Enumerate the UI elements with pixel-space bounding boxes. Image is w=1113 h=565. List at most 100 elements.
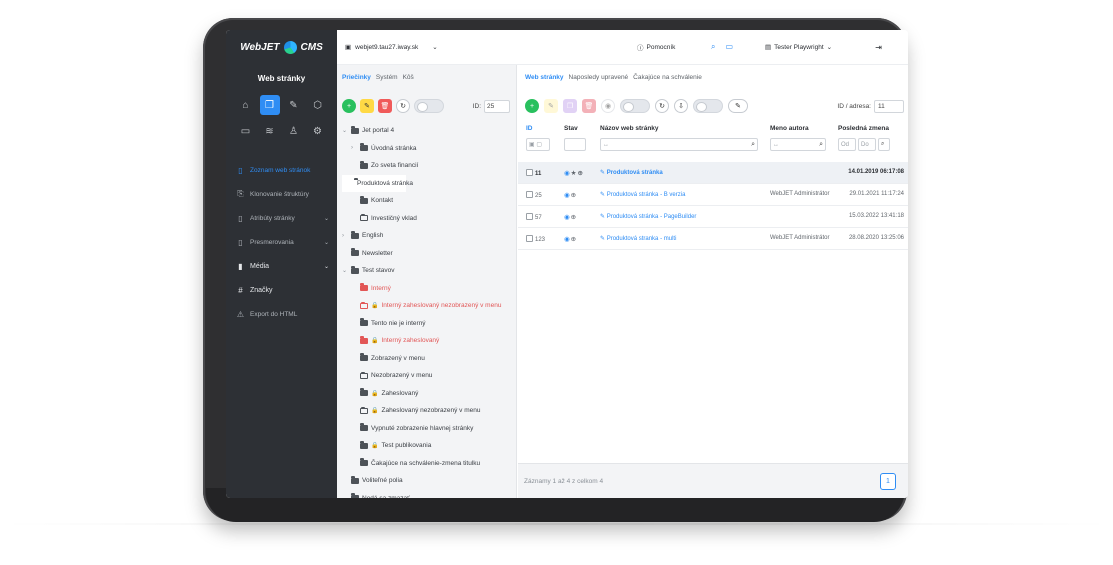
col-id[interactable]: ID xyxy=(526,125,533,132)
monitor-icon[interactable]: ▭ xyxy=(725,42,733,52)
duplicate-page-button[interactable]: ❐ xyxy=(563,99,577,113)
row-checkbox[interactable] xyxy=(526,191,533,198)
settings-toggle[interactable] xyxy=(693,99,723,113)
tree-node[interactable]: 🔒 Zaheslovaný nezobrazený v menu xyxy=(342,402,516,420)
domain-selector[interactable]: ▣ webjet9.tau27.iway.sk ⌄ xyxy=(345,43,438,52)
user-icon[interactable]: ♙ xyxy=(284,121,304,141)
sidebar-item-3[interactable]: ▯ Presmerovania ⌄ xyxy=(226,230,337,254)
tree-node[interactable]: Vypnuté zobrazenie hlavnej stránky xyxy=(342,420,516,438)
search-icon[interactable]: ⌕ xyxy=(751,141,755,149)
row-id[interactable]: 11 xyxy=(526,169,541,177)
sidebar-item-0[interactable]: ▯ Zoznam web stránok xyxy=(226,158,337,182)
col-autor[interactable]: Meno autora xyxy=(770,125,809,132)
reload-pages-button[interactable]: ↻ xyxy=(655,99,669,113)
settings-icon[interactable]: ⚙ xyxy=(308,121,328,141)
col-zmena[interactable]: Posledná zmena xyxy=(838,125,889,132)
col-stav[interactable]: Stav xyxy=(564,125,578,132)
tree-node[interactable]: Nezobrazený v menu xyxy=(342,367,516,385)
row-checkbox[interactable] xyxy=(526,169,533,176)
search-icon[interactable]: ⌕ xyxy=(711,42,715,52)
tree-node[interactable]: Čakajúce na schválenie-zmena titulku xyxy=(342,455,516,473)
tab-cakajuce[interactable]: Čakajúce na schválenie xyxy=(633,74,702,81)
tree-node[interactable]: Zobrazený v menu xyxy=(342,350,516,368)
search-icon[interactable]: ⌕ xyxy=(819,141,823,149)
folder-id-input[interactable]: 25 xyxy=(484,99,510,113)
tree-node[interactable]: 🔒 Interný zaheslovaný nezobrazený v menu xyxy=(342,297,516,315)
row-id[interactable]: 25 xyxy=(526,191,542,199)
tree-node[interactable]: Produktová stránka xyxy=(342,174,413,192)
user-menu[interactable]: ▤ Tester Playwright ⌄ xyxy=(765,43,832,52)
tree-node[interactable]: 🔒 Interný zaheslovaný xyxy=(342,332,516,350)
table-row[interactable]: 25 ◉⊕ ✎ Produktová stránka - B verzia WebJE… xyxy=(518,184,908,206)
sidebar-item-4[interactable]: ▮ Média ⌄ xyxy=(226,254,337,278)
chevron-right-icon[interactable]: › xyxy=(351,145,357,151)
reload-button[interactable]: ↻ xyxy=(396,99,410,113)
page-button[interactable]: 1 xyxy=(880,473,896,490)
id-filter-buttons[interactable]: ▣ ▢ xyxy=(526,138,550,151)
tree-node[interactable]: › Úvodná stránka xyxy=(342,140,516,158)
tree-node[interactable]: Investičný vklad xyxy=(342,210,516,228)
logo[interactable]: WebJET CMS xyxy=(226,30,337,65)
tree-node[interactable]: ⌄ Test stavov xyxy=(342,262,516,280)
sidebar-item-6[interactable]: ⚠ Export do HTML xyxy=(226,302,337,326)
row-name[interactable]: ✎ Produktová stránka - PageBuilder xyxy=(600,213,696,220)
tab-kos[interactable]: Kôš xyxy=(403,74,414,81)
logout-icon[interactable]: ⇥ xyxy=(875,43,882,52)
folder-icon[interactable]: ▭ xyxy=(236,121,256,141)
tree-node[interactable]: Newsletter xyxy=(342,245,516,263)
sort-toggle[interactable] xyxy=(414,99,444,113)
status-filter-select[interactable] xyxy=(564,138,586,151)
tree-node[interactable]: Nedá sa zmazať xyxy=(342,490,516,498)
tree-node[interactable]: › English xyxy=(342,227,516,245)
column-toggle[interactable] xyxy=(620,99,650,113)
row-checkbox[interactable] xyxy=(526,213,533,220)
sidebar-item-5[interactable]: # Značky xyxy=(226,278,337,302)
tools-button[interactable]: ✎ xyxy=(728,99,748,113)
date-to-filter[interactable]: Do xyxy=(858,138,876,151)
sidebar-item-1[interactable]: ⎘ Klonovanie štruktúry xyxy=(226,182,337,206)
edit-folder-button[interactable]: ✎ xyxy=(360,99,374,113)
tab-system[interactable]: Systém xyxy=(376,74,398,81)
author-filter-input[interactable]: ↔ ⌕ xyxy=(770,138,826,151)
date-search-button[interactable]: ⌕ xyxy=(878,138,890,151)
edit-page-button[interactable]: ✎ xyxy=(544,99,558,113)
date-from-filter[interactable]: Od xyxy=(838,138,856,151)
col-nazov[interactable]: Názov web stránky xyxy=(600,125,659,132)
add-page-button[interactable]: + xyxy=(525,99,539,113)
tree-node[interactable]: Kontakt xyxy=(342,192,516,210)
pages-icon[interactable]: ❐ xyxy=(259,95,280,115)
delete-folder-button[interactable]: 🗑 xyxy=(378,99,392,113)
tab-web-stranky[interactable]: Web stránky xyxy=(525,74,564,81)
tree-node[interactable]: Tento nie je interný xyxy=(342,315,516,333)
row-name[interactable]: ✎ Produktová stranka - multi xyxy=(600,235,676,242)
row-id[interactable]: 57 xyxy=(526,213,542,221)
add-folder-button[interactable]: + xyxy=(342,99,356,113)
row-name[interactable]: ✎ Produktová stránka xyxy=(600,169,663,176)
tree-node[interactable]: 🔒 Test publikovania xyxy=(342,437,516,455)
home-icon[interactable]: ⌂ xyxy=(236,95,256,115)
tab-naposledy-upravene[interactable]: Naposledy upravené xyxy=(569,74,629,81)
chevron-down-icon[interactable]: ⌄ xyxy=(342,267,348,274)
tree-node[interactable]: Interný xyxy=(342,280,516,298)
table-row[interactable]: 57 ◉⊕ ✎ Produktová stránka - PageBuilder 15… xyxy=(518,206,908,228)
sidebar-item-2[interactable]: ▯ Atribúty stránky ⌄ xyxy=(226,206,337,230)
preview-button[interactable]: ◉ xyxy=(601,99,615,113)
tree-node[interactable]: 🔒 Zaheslovaný xyxy=(342,385,516,403)
cube-icon[interactable]: ⬡ xyxy=(308,95,328,115)
help-link[interactable]: ⓘ Pomocník xyxy=(637,42,675,53)
delete-page-button[interactable]: 🗑 xyxy=(582,99,596,113)
table-row[interactable]: 11 ◉★⊕ ✎ Produktová stránka 14.01.2019 06:1… xyxy=(518,162,908,184)
address-input[interactable]: 11 xyxy=(874,99,904,113)
tree-node[interactable]: ⌄ Jet portal 4 xyxy=(342,122,516,140)
chevron-down-icon[interactable]: ⌄ xyxy=(342,127,348,134)
table-row[interactable]: 123 ◉⊕ ✎ Produktová stranka - multi WebJET … xyxy=(518,228,908,250)
tree-node[interactable]: Voliteľné polia xyxy=(342,472,516,490)
tree-node[interactable]: Zo sveta financií xyxy=(342,157,516,175)
edit-icon[interactable]: ✎ xyxy=(284,95,304,115)
chevron-right-icon[interactable]: › xyxy=(342,233,348,239)
row-name[interactable]: ✎ Produktová stránka - B verzia xyxy=(600,191,685,198)
tab-priecinky[interactable]: Priečinky xyxy=(342,74,371,81)
import-button[interactable]: ⇩ xyxy=(674,99,688,113)
row-checkbox[interactable] xyxy=(526,235,533,242)
name-filter-input[interactable]: ↔ ⌕ xyxy=(600,138,758,151)
